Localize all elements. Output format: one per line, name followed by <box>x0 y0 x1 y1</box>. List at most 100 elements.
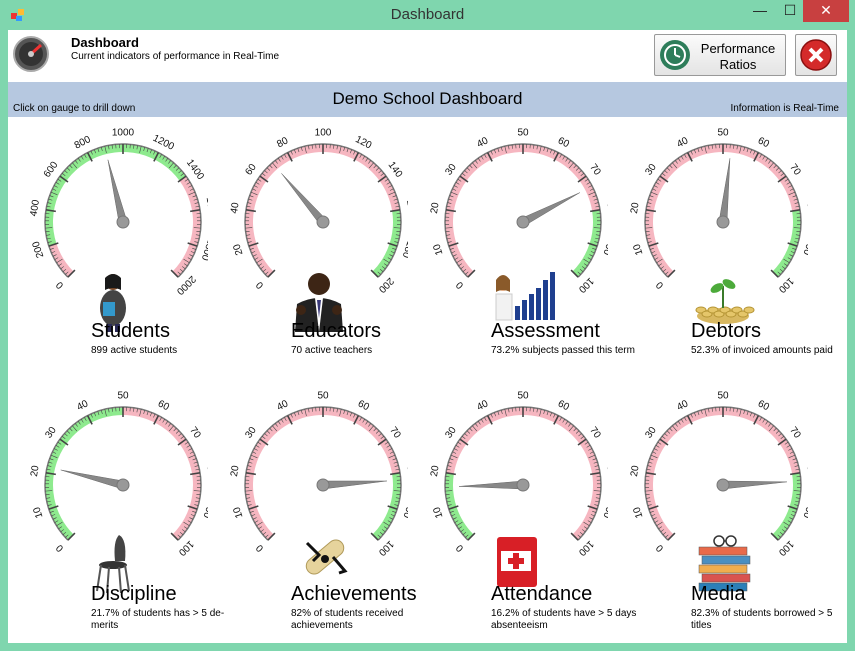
tick-label: 140 <box>386 160 405 180</box>
tick-label: 100 <box>376 538 396 558</box>
gauge-tile-discipline[interactable]: 0 10 20 30 40 50 60 70 80 90 100 Discipline 21.7% of… <box>8 383 224 643</box>
tick-label: 800 <box>73 134 93 152</box>
bad-range-band <box>645 407 801 541</box>
close-button[interactable]: ✕ <box>803 0 849 22</box>
tick-label: 60 <box>556 398 571 413</box>
gauge-description: 82.3% of students borrowed > 5 titles <box>691 608 833 631</box>
tick-label: 10 <box>431 242 445 256</box>
gauge-tile-media[interactable]: 0 10 20 30 40 50 60 70 80 90 100 Media 82.3% of stud… <box>608 383 833 643</box>
tick-label: 60 <box>556 135 571 150</box>
tick-label: 90 <box>800 242 808 256</box>
gauge-scale-arc <box>244 406 402 541</box>
tick-label: 0 <box>254 279 266 291</box>
tick-label: 60 <box>156 398 171 413</box>
tick-label: 30 <box>643 425 659 441</box>
tick-label: 0 <box>54 542 66 554</box>
tick-label: 60 <box>243 162 259 178</box>
gauge-title: Achievements <box>291 583 417 605</box>
tick-label: 180 <box>400 240 408 260</box>
bad-range-band <box>445 144 601 278</box>
tick-label: 200 <box>31 239 47 259</box>
gauge-scale-arc <box>444 143 602 278</box>
tick-label: 0 <box>454 279 466 291</box>
history-clock-icon <box>660 40 690 70</box>
tick-label: 20 <box>629 464 642 477</box>
close-icon <box>800 39 832 71</box>
tick-label: 70 <box>387 425 403 441</box>
tick-label: 0 <box>654 542 666 554</box>
title-bar[interactable]: Dashboard — ☐ ✕ <box>0 0 855 30</box>
bad-range-band <box>445 407 601 541</box>
tick-label: 20 <box>629 201 642 214</box>
tick-label: 90 <box>600 242 608 256</box>
gauge-scale-arc <box>644 406 802 541</box>
tick-label: 70 <box>587 162 603 178</box>
tick-label: 100 <box>176 538 196 558</box>
tick-label: 50 <box>517 391 529 402</box>
gauge-tile-achievements[interactable]: 0 10 20 30 40 50 60 70 80 90 100 Achievements 82% of… <box>208 383 417 643</box>
tick-label: 1800 <box>199 237 208 262</box>
tick-label: 0 <box>254 542 266 554</box>
bad-range-band <box>245 144 401 278</box>
exit-button[interactable] <box>795 34 837 76</box>
tick-label: 80 <box>804 202 808 215</box>
gauge-title: Discipline <box>91 583 177 605</box>
tick-label: 40 <box>675 398 690 413</box>
header-title: Dashboard <box>71 35 139 50</box>
gauge-scale-arc <box>444 406 602 541</box>
bad-range-band <box>245 407 401 541</box>
needle-hub <box>516 478 530 492</box>
gauge-description: 52.3% of invoiced amounts paid <box>691 345 833 356</box>
tick-label: 100 <box>576 538 596 558</box>
gauge-needle <box>322 480 387 490</box>
gauge-title: Educators <box>291 320 382 342</box>
tick-label: 40 <box>275 398 290 413</box>
gauge-tile-attendance[interactable]: 0 10 20 30 40 50 60 70 80 90 100 Attendance 16.2% of… <box>408 383 636 643</box>
tick-label: 100 <box>315 128 332 139</box>
performance-ratios-button[interactable]: Performance Ratios <box>654 34 786 76</box>
gauge-tile-debtors[interactable]: 0 10 20 30 40 50 60 70 80 90 100 Debtors 52.3% of in… <box>608 120 833 380</box>
needle-hub <box>116 478 130 492</box>
tick-label: 90 <box>600 505 608 519</box>
gauge-tile-educators[interactable]: 0 20 40 60 80 100 120 140 160 180 200 Educators 70 a… <box>208 120 408 380</box>
gauge-title: Assessment <box>491 320 600 342</box>
tick-label: 40 <box>75 398 90 413</box>
client-area: Dashboard Current indicators of performa… <box>8 30 847 643</box>
gauge-needle <box>718 158 731 223</box>
tick-label: 0 <box>54 279 66 291</box>
maximize-button[interactable]: ☐ <box>775 0 805 22</box>
tick-label: 30 <box>243 425 259 441</box>
tick-label: 80 <box>804 465 808 478</box>
tick-label: 600 <box>42 159 61 179</box>
tick-label: 80 <box>275 135 290 150</box>
tick-label: 20 <box>229 464 242 477</box>
tick-label: 50 <box>717 128 729 139</box>
tick-label: 50 <box>717 391 729 402</box>
tick-label: 50 <box>517 128 529 139</box>
gauge-scale-arc <box>44 406 202 541</box>
bad-range-band <box>172 176 202 278</box>
tick-label: 60 <box>756 135 771 150</box>
tick-label: 1000 <box>112 128 135 139</box>
speedometer-icon <box>13 36 49 72</box>
gauge-needle <box>60 469 125 490</box>
header: Dashboard Current indicators of performa… <box>8 30 847 82</box>
window-title: Dashboard <box>390 6 465 23</box>
tick-label: 100 <box>776 538 796 558</box>
tick-label: 400 <box>28 199 42 218</box>
gauge-tile-assessment[interactable]: 0 10 20 30 40 50 60 70 80 90 100 Assessment 73.2% su… <box>408 120 635 380</box>
needle-hub <box>316 215 330 229</box>
gauge-needle <box>107 159 128 224</box>
needle-hub <box>316 478 330 492</box>
tick-label: 0 <box>454 542 466 554</box>
gauge-tile-students[interactable]: 0 200 400 600 800 1000 1200 1400 1600 1800 2000 Stu… <box>8 120 208 380</box>
minimize-button[interactable]: — <box>745 0 775 22</box>
tick-label: 10 <box>631 505 645 519</box>
needle-hub <box>516 215 530 229</box>
needle-hub <box>716 478 730 492</box>
tick-label: 60 <box>356 398 371 413</box>
tick-label: 0 <box>654 279 666 291</box>
tick-label: 70 <box>187 425 203 441</box>
tick-label: 30 <box>43 425 59 441</box>
gauge-needle <box>722 480 787 490</box>
